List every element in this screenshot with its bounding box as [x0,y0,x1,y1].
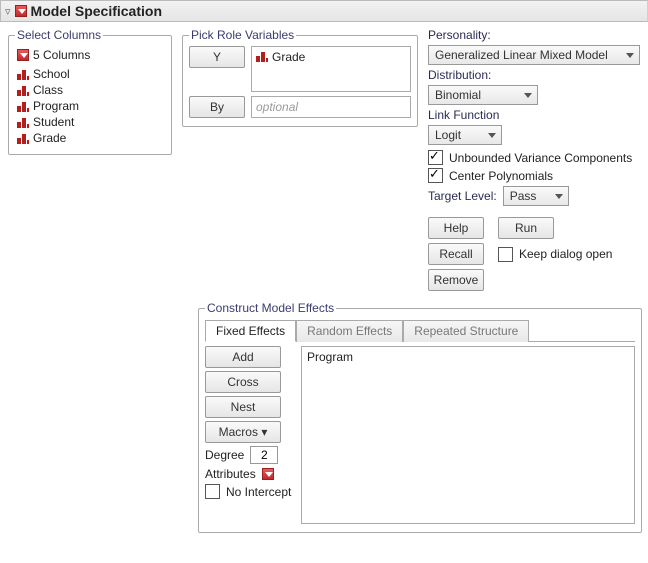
column-item[interactable]: School [15,66,165,82]
unbounded-checkbox[interactable] [428,150,443,165]
settings-column: Personality: Generalized Linear Mixed Mo… [428,28,640,291]
column-item[interactable]: Program [15,98,165,114]
attributes-label: Attributes [205,467,256,481]
pick-role-legend: Pick Role Variables [189,28,296,42]
personality-label: Personality: [428,28,640,42]
column-item[interactable]: Grade [15,130,165,146]
tab-fixed-effects[interactable]: Fixed Effects [205,320,296,342]
distribution-label: Distribution: [428,68,640,82]
help-button[interactable]: Help [428,217,484,239]
effects-tabs: Fixed Effects Random Effects Repeated St… [205,319,635,342]
no-intercept-label: No Intercept [226,485,291,499]
column-list: School Class Program Student Grade [15,66,165,146]
columns-count-label: 5 Columns [33,48,90,62]
nominal-icon [17,116,29,128]
center-label: Center Polynomials [449,169,553,183]
unbounded-label: Unbounded Variance Components [449,151,632,165]
pick-role-fieldset: Pick Role Variables Y Grade By optional [182,28,418,127]
degree-input[interactable] [250,446,278,464]
no-intercept-checkbox[interactable] [205,484,220,499]
nominal-icon [17,100,29,112]
panel-title-bar: ▿ Model Specification [0,0,648,22]
run-button[interactable]: Run [498,217,554,239]
y-button[interactable]: Y [189,46,245,68]
select-columns-legend: Select Columns [15,28,103,42]
tab-repeated-structure[interactable]: Repeated Structure [403,320,529,342]
linkfunc-label: Link Function [428,108,640,122]
keep-open-label: Keep dialog open [519,247,612,261]
nominal-icon [17,132,29,144]
disclosure-triangle[interactable]: ▿ [5,5,11,18]
column-item[interactable]: Class [15,82,165,98]
by-role-box[interactable]: optional [251,96,411,118]
construct-legend: Construct Model Effects [205,301,336,315]
nest-button[interactable]: Nest [205,396,281,418]
columns-hotspot-icon[interactable] [17,49,29,61]
macros-button[interactable]: Macros ▾ [205,421,281,443]
by-button[interactable]: By [189,96,245,118]
degree-label: Degree [205,448,244,462]
distribution-select[interactable]: Binomial [428,85,538,105]
by-placeholder: optional [256,100,298,114]
attributes-hotspot-icon[interactable] [262,468,274,480]
column-item[interactable]: Student [15,114,165,130]
keep-open-checkbox[interactable] [498,247,513,262]
y-role-box[interactable]: Grade [251,46,411,92]
cross-button[interactable]: Cross [205,371,281,393]
effect-item[interactable]: Program [307,350,629,364]
construct-fieldset: Construct Model Effects Fixed Effects Ra… [198,301,642,533]
nominal-icon [17,68,29,80]
nominal-icon [256,50,268,62]
add-button[interactable]: Add [205,346,281,368]
personality-select[interactable]: Generalized Linear Mixed Model [428,45,640,65]
panel-hotspot-icon[interactable] [15,5,27,17]
recall-button[interactable]: Recall [428,243,484,265]
effects-list-box[interactable]: Program [301,346,635,524]
target-level-select[interactable]: Pass [503,186,569,206]
y-variable: Grade [272,50,305,64]
remove-button[interactable]: Remove [428,269,484,291]
center-checkbox[interactable] [428,168,443,183]
select-columns-fieldset: Select Columns 5 Columns School Class Pr… [8,28,172,155]
linkfunc-select[interactable]: Logit [428,125,502,145]
panel-title: Model Specification [31,3,162,19]
tab-random-effects[interactable]: Random Effects [296,320,403,342]
target-level-label: Target Level: [428,189,497,203]
nominal-icon [17,84,29,96]
